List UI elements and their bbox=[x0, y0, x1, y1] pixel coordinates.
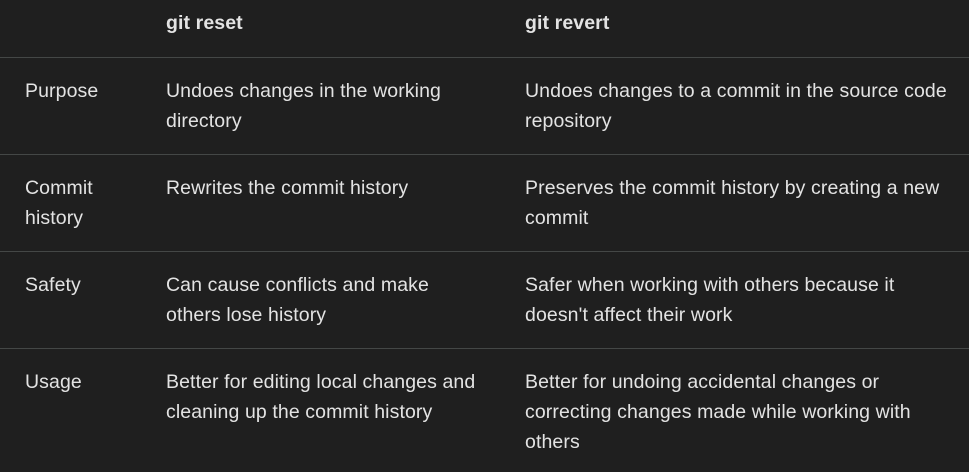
header-cell-git-revert: git revert bbox=[525, 12, 610, 34]
header-cell-git-reset: git reset bbox=[166, 12, 243, 34]
git-revert-cell: Preserves the commit history by creating… bbox=[525, 177, 940, 229]
table-row: Safety Can cause conflicts and make othe… bbox=[0, 251, 969, 348]
table-header-row: git reset git revert bbox=[0, 8, 969, 57]
row-label: Usage bbox=[25, 371, 82, 393]
git-reset-cell: Better for editing local changes and cle… bbox=[166, 371, 476, 423]
git-revert-cell: Undoes changes to a commit in the source… bbox=[525, 80, 947, 132]
row-label: Purpose bbox=[25, 80, 99, 102]
git-revert-cell: Better for undoing accidental changes or… bbox=[525, 371, 911, 453]
row-label: Commit history bbox=[25, 177, 93, 229]
table-row: Commit history Rewrites the commit histo… bbox=[0, 154, 969, 251]
table-row: Usage Better for editing local changes a… bbox=[0, 348, 969, 472]
git-reset-cell: Rewrites the commit history bbox=[166, 177, 409, 199]
table-row: Purpose Undoes changes in the working di… bbox=[0, 57, 969, 154]
comparison-table: git reset git revert Purpose Undoes chan… bbox=[0, 0, 969, 472]
git-revert-cell: Safer when working with others because i… bbox=[525, 274, 895, 326]
row-label: Safety bbox=[25, 274, 81, 296]
git-reset-cell: Undoes changes in the working directory bbox=[166, 80, 441, 132]
git-reset-cell: Can cause conflicts and make others lose… bbox=[166, 274, 429, 326]
